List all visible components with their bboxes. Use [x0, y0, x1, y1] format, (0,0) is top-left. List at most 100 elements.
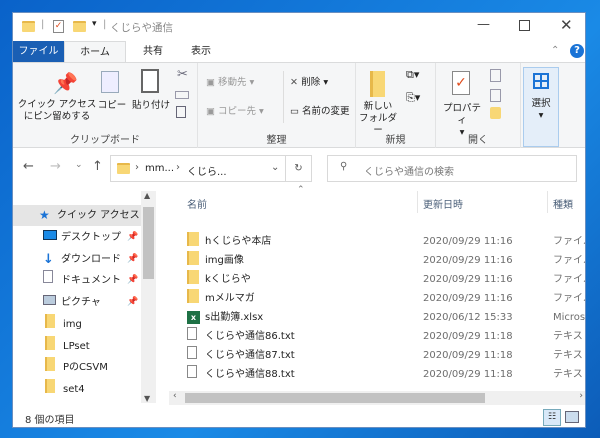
select-button[interactable]: 選択 ▾ — [523, 67, 559, 147]
file-row[interactable]: hくじらや本店 2020/09/29 11:16 ファイル フォ — [169, 232, 585, 253]
file-row[interactable]: くじらや通信88.txt 2020/09/29 11:18 テキスト ドキ — [169, 365, 585, 385]
copy-path-icon[interactable] — [175, 91, 189, 99]
file-date: 2020/09/29 11:18 — [423, 350, 513, 361]
move-to-icon: ▣ — [206, 77, 218, 88]
scrollbar-thumb[interactable] — [143, 207, 154, 279]
large-icons-view-button[interactable] — [565, 411, 579, 423]
open-group: ✓ プロパティ ▾ 開く — [436, 63, 521, 149]
new-folder-qat-icon[interactable] — [73, 21, 86, 32]
file-name: くじらや通信86.txt — [205, 331, 295, 342]
open-icon[interactable] — [490, 69, 501, 82]
sidebar-item[interactable]: ↓ ダウンロード 📌 — [13, 249, 141, 270]
sidebar-item[interactable]: LPset — [13, 335, 141, 357]
search-icon: ⚲ — [340, 161, 348, 172]
scrollbar-thumb[interactable] — [185, 393, 485, 403]
paste-shortcut-icon[interactable] — [176, 106, 186, 118]
tab-share[interactable]: 共有 — [128, 41, 178, 62]
text-icon — [187, 365, 197, 385]
folder-icon — [45, 357, 55, 379]
sidebar-item[interactable]: ドキュメント 📌 — [13, 270, 141, 291]
details-view-button[interactable]: ☷ — [543, 409, 561, 426]
move-to-button[interactable]: ▣ 移動先 ▾ — [206, 77, 254, 89]
file-name: くじらや通信88.txt — [205, 369, 295, 380]
close-button[interactable]: ✕ — [560, 16, 573, 34]
explorer-window: | ✓ ▾ | くじらや通信 — ✕ ファイル ホーム 共有 表示 ⌃ ? 📌 … — [12, 12, 586, 428]
sidebar-item[interactable]: PのCSVM — [13, 357, 141, 378]
qat-dropdown-icon[interactable]: ▾ — [92, 19, 97, 29]
pin-icon[interactable]: 📌 — [127, 227, 138, 248]
maximize-button[interactable] — [519, 20, 530, 31]
up-button[interactable]: ↑ — [92, 159, 103, 174]
sidebar-item[interactable]: デスクトップ 📌 — [13, 227, 141, 248]
document-icon — [43, 270, 53, 291]
folder-icon — [187, 289, 199, 310]
properties-qat-icon[interactable]: ✓ — [53, 20, 64, 33]
picture-icon — [43, 292, 56, 313]
pin-icon[interactable]: 📌 — [127, 249, 138, 270]
cut-icon[interactable]: ✂ — [177, 67, 188, 82]
folder-icon — [45, 313, 55, 336]
paste-button[interactable]: 貼り付け — [130, 100, 172, 112]
copy-to-button[interactable]: ▣ コピー先 ▾ — [206, 106, 264, 118]
folder-icon — [187, 232, 199, 253]
delete-icon: ✕ — [290, 77, 302, 88]
sidebar-item[interactable]: ★ クイック アクセス — [13, 205, 141, 226]
column-date[interactable]: 更新日時 — [423, 196, 463, 211]
file-row[interactable]: img画像 2020/09/29 11:16 ファイル フォ — [169, 251, 585, 272]
file-date: 2020/09/29 11:16 — [423, 236, 513, 247]
pin-icon[interactable]: 📌 — [127, 270, 138, 291]
tab-file[interactable]: ファイル — [13, 41, 64, 62]
sidebar-item[interactable]: img — [13, 313, 141, 336]
collapse-ribbon-icon[interactable]: ⌃ — [551, 45, 559, 56]
file-name: くじらや通信87.txt — [205, 350, 295, 361]
sidebar-item-label: img — [63, 318, 82, 330]
sidebar-item-label: PのCSVM — [63, 362, 108, 374]
breadcrumb-item[interactable]: mm... — [145, 163, 174, 174]
star-icon: ★ — [39, 208, 50, 222]
breadcrumb-item[interactable]: くじら... — [187, 163, 227, 178]
file-type: ファイル フォ — [553, 255, 585, 266]
rename-button[interactable]: ▭ 名前の変更 — [290, 106, 350, 118]
copy-button[interactable]: コピー — [97, 100, 127, 112]
file-row[interactable]: mメルマガ 2020/09/29 11:16 ファイル フォ — [169, 289, 585, 310]
file-type: テキスト ドキ — [553, 350, 585, 361]
text-icon — [187, 327, 197, 347]
pin-quick-access-button[interactable]: クイック アクセス にピン留めする — [17, 99, 97, 123]
paste-icon — [141, 69, 159, 93]
history-icon[interactable] — [490, 107, 501, 119]
search-box[interactable]: ⚲ くじらや通信の検索 — [327, 155, 577, 182]
delete-button[interactable]: ✕ 削除 ▾ — [290, 77, 328, 89]
horizontal-scrollbar[interactable]: ‹ › — [169, 391, 585, 405]
help-icon[interactable]: ? — [570, 44, 584, 58]
sidebar-item[interactable]: ピクチャ 📌 — [13, 292, 141, 313]
file-row[interactable]: くじらや通信87.txt 2020/09/29 11:18 テキスト ドキ — [169, 346, 585, 365]
address-bar[interactable]: › mm... › くじら... ⌄ — [110, 155, 286, 182]
desktop-icon — [43, 227, 57, 248]
file-type: ファイル フォ — [553, 274, 585, 285]
column-type[interactable]: 種類 — [553, 196, 573, 211]
sidebar-item[interactable]: set4 — [13, 378, 141, 400]
file-name: img画像 — [205, 255, 244, 266]
forward-button[interactable]: → — [50, 159, 61, 174]
sidebar-scrollbar[interactable]: ▲ ▼ — [141, 191, 156, 403]
edit-icon[interactable] — [490, 89, 501, 102]
file-row[interactable]: x s出勤簿.xlsx 2020/06/12 15:33 Microsoft — [169, 308, 585, 327]
easy-access-icon[interactable]: ⎘▾ — [406, 91, 420, 105]
file-row[interactable]: kくじらや 2020/09/29 11:16 ファイル フォ — [169, 270, 585, 289]
recent-locations-button[interactable]: ⌄ — [75, 160, 83, 170]
tab-home[interactable]: ホーム — [64, 41, 126, 63]
back-button[interactable]: ← — [23, 159, 34, 174]
refresh-button[interactable]: ↻ — [285, 155, 312, 182]
tab-view[interactable]: 表示 — [176, 41, 226, 62]
address-dropdown-icon[interactable]: ⌄ — [271, 162, 279, 173]
column-name[interactable]: 名前 — [187, 196, 207, 211]
copy-to-icon: ▣ — [206, 106, 218, 117]
minimize-button[interactable]: — — [477, 17, 490, 32]
properties-icon: ✓ — [452, 71, 470, 95]
file-row[interactable]: くじらや通信86.txt 2020/09/29 11:18 テキスト ドキ — [169, 327, 585, 347]
organize-group-label: 整理 — [266, 135, 287, 146]
navigation-pane: ★ クイック アクセス デスクトップ 📌 ↓ ダウンロード 📌 ドキュメント 📌 ピクチャ 📌 img… — [13, 191, 156, 403]
new-item-icon[interactable]: ⧉▾ — [406, 68, 419, 82]
folder-icon — [187, 251, 199, 272]
pin-icon[interactable]: 📌 — [127, 292, 138, 313]
